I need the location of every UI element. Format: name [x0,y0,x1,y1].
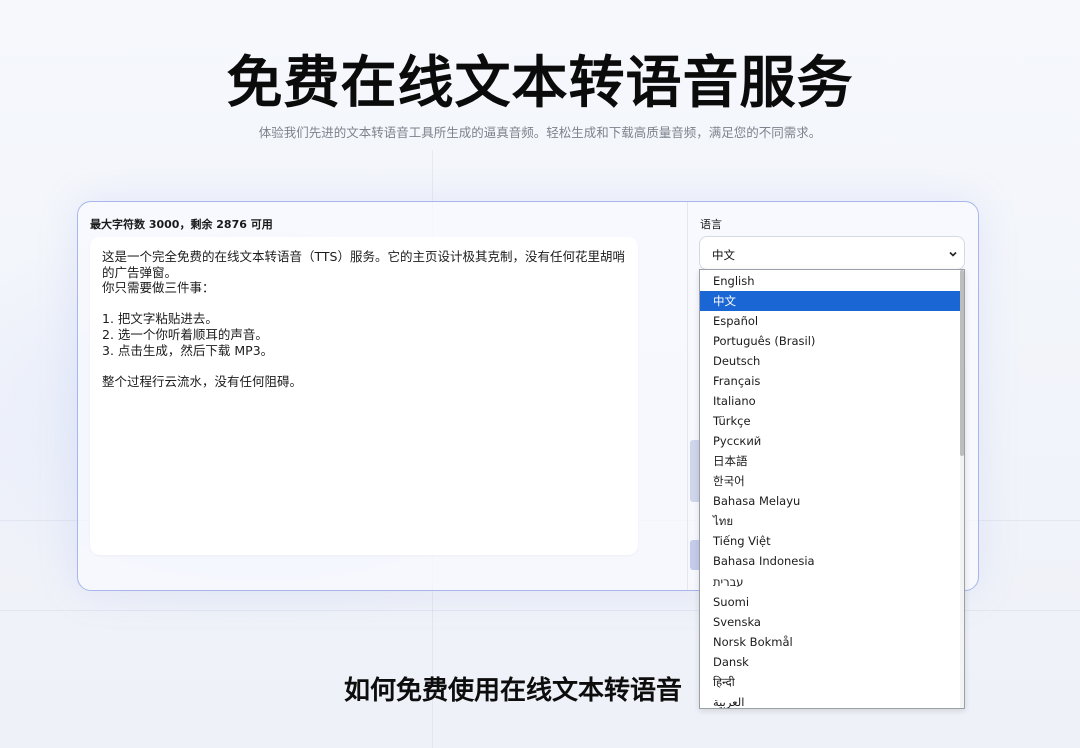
language-option[interactable]: 한국어 [700,471,962,491]
language-option[interactable]: Italiano [700,391,962,411]
language-option[interactable]: Español [700,311,962,331]
language-dropdown-list[interactable]: English 中文 Español Português (Brasil) De… [699,269,965,709]
dropdown-scrollbar-thumb[interactable] [960,270,964,456]
language-select[interactable]: 中文 [699,236,965,270]
language-select-value: 中文 [712,248,735,262]
language-option[interactable]: Tiếng Việt [700,531,962,551]
char-count-label: 最大字符数 3000，剩余 2876 可用 [90,218,273,231]
language-option[interactable]: Bahasa Melayu [700,491,962,511]
language-option[interactable]: Svenska [700,612,962,632]
language-option[interactable]: Deutsch [700,351,962,371]
language-option[interactable]: 日本語 [700,451,962,471]
page-title: 免费在线文本转语音服务 [226,51,854,116]
language-option[interactable]: Norsk Bokmål [700,632,962,652]
language-option[interactable]: ไทย [700,511,962,531]
language-option[interactable]: Dansk [700,652,962,672]
language-option[interactable]: Русский [700,431,962,451]
language-option[interactable]: Português (Brasil) [700,331,962,351]
language-option[interactable]: العربية [700,692,962,708]
panel-divider [687,202,688,590]
language-option[interactable]: Türkçe [700,411,962,431]
tts-text-input[interactable]: 这是一个完全免费的在线文本转语音（TTS）服务。它的主页设计极其克制，没有任何花… [90,237,638,555]
language-label: 语言 [700,218,722,231]
language-option[interactable]: हिन्दी [700,672,962,692]
language-option[interactable]: Français [700,371,962,391]
how-to-section-title: 如何免费使用在线文本转语音 [344,676,683,706]
language-option[interactable]: Bahasa Indonesia [700,551,962,571]
page-subtitle: 体验我们先进的文本转语音工具所生成的逼真音频。轻松生成和下载高质量音频，满足您的… [258,125,822,140]
language-option[interactable]: Suomi [700,592,962,612]
language-option[interactable]: עברית [700,572,962,592]
language-option[interactable]: English [700,271,962,291]
dropdown-scrollbar[interactable] [960,270,964,708]
chevron-down-icon [948,248,958,262]
language-option-selected[interactable]: 中文 [700,291,962,311]
